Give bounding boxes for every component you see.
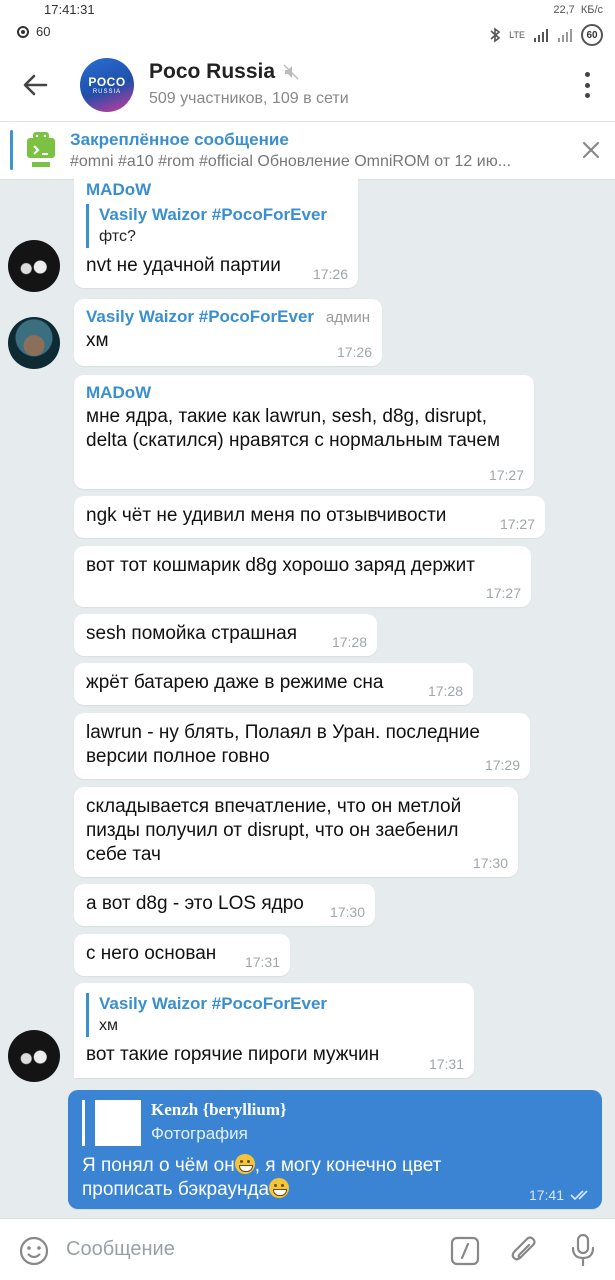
reply-author: Kenzh {beryllium} — [151, 1100, 287, 1119]
back-button[interactable] — [18, 68, 52, 102]
double-check-icon — [570, 1190, 588, 1201]
bluetooth-icon — [490, 27, 501, 43]
message-text: вот тот кошмарик d8g хорошо заряд держит — [86, 555, 475, 576]
attach-icon[interactable] — [510, 1234, 540, 1266]
grinning-emoji-icon — [269, 1178, 290, 1198]
admin-badge: админ — [325, 309, 370, 326]
reply-text: хм — [99, 1017, 118, 1034]
status-notifications: 60 — [16, 24, 50, 39]
message-text: а вот d8g - это LOS ядро — [86, 893, 304, 914]
pinned-title: Закреплённое сообщение — [70, 130, 289, 149]
message-text: Я понял о чём он, я могу конечно цвет пр… — [82, 1154, 588, 1202]
reply-author: Vasily Waizor #PocoForEver — [99, 994, 328, 1013]
message-bubble[interactable]: sesh помойка страшная 17:28 — [74, 614, 377, 656]
group-avatar-logo: POCO — [88, 75, 126, 89]
message-time: 17:31 — [244, 954, 280, 970]
avatar[interactable] — [8, 1030, 60, 1082]
message-time-text: 17:41 — [528, 1187, 564, 1203]
status-net-speed: 22,7 КБ/с — [553, 4, 603, 16]
message-input[interactable]: Сообщение — [66, 1238, 175, 1261]
message-bubble[interactable]: Vasily Waizor #PocoForEver админ хм 17:2… — [74, 299, 382, 366]
message-bubble[interactable]: вот тот кошмарик d8g хорошо заряд держит… — [74, 546, 531, 607]
chat-header: POCO RUSSIA Poco Russia 509 участников, … — [0, 48, 615, 122]
message-time: 17:30 — [329, 904, 365, 920]
chat-title[interactable]: Poco Russia — [149, 60, 299, 84]
battery-indicator: 60 — [581, 24, 603, 46]
message-bubble[interactable]: MADoW Vasily Waizor #PocoForEver фтс? nv… — [74, 172, 358, 288]
message-bubble[interactable]: а вот d8g - это LOS ядро 17:30 — [74, 884, 375, 926]
pinned-text: #omni #a10 #rom #official Обновление Omn… — [70, 153, 512, 170]
bot-command-icon[interactable] — [450, 1236, 480, 1266]
net-speed-unit: КБ/с — [580, 4, 603, 16]
message-text: ngk чёт не удивил меня по отзывчивости — [86, 505, 447, 526]
message-text: хм — [86, 330, 109, 351]
message-text: вот такие горячие пироги мужчин — [86, 1044, 380, 1065]
arrow-left-icon — [23, 74, 48, 96]
signal-icon-2 — [558, 29, 572, 42]
message-time: 17:27 — [499, 516, 535, 532]
message-time: 17:41 — [529, 1187, 592, 1203]
reply-text: фтс? — [99, 228, 136, 245]
message-bubble[interactable]: MADoW мне ядра, такие как lawrun, sesh, … — [74, 375, 534, 489]
outgoing-message-bubble[interactable]: Kenzh {beryllium} Фотография Я понял о ч… — [68, 1090, 602, 1209]
group-avatar[interactable]: POCO RUSSIA — [80, 58, 134, 112]
notification-count: 60 — [36, 24, 51, 39]
message-input-bar: Сообщение — [0, 1218, 615, 1280]
group-avatar-logo-sub: RUSSIA — [92, 89, 122, 95]
message-time: 17:27 — [485, 585, 521, 601]
close-icon[interactable] — [579, 138, 603, 162]
emoji-icon[interactable] — [18, 1235, 50, 1267]
message-bubble[interactable]: жрёт батарею даже в режиме сна 17:28 — [74, 663, 473, 705]
message-bubble[interactable]: ngk чёт не удивил меня по отзывчивости 1… — [74, 496, 545, 538]
status-icons: LTE 60 — [489, 24, 603, 46]
microphone-icon[interactable] — [570, 1233, 596, 1267]
network-type: LTE — [509, 30, 525, 40]
message-bubble[interactable]: складывается впечатление, что он метлой … — [74, 787, 518, 877]
chat-title-text: Poco Russia — [149, 60, 276, 83]
message-time: 17:26 — [336, 344, 372, 360]
grinning-emoji-icon — [234, 1154, 255, 1174]
message-time: 17:31 — [428, 1056, 464, 1072]
message-text: мне ядра, такие как lawrun, sesh, d8g, d… — [86, 406, 501, 451]
reply-quote[interactable]: Kenzh {beryllium} Фотография — [82, 1100, 588, 1146]
avatar[interactable] — [8, 317, 60, 369]
status-bar: 17:41:31 60 22,7 КБ/с LTE 60 — [0, 0, 615, 48]
signal-icon — [534, 29, 548, 42]
net-speed-value: 22,7 — [553, 4, 575, 16]
message-time: 17:27 — [488, 467, 524, 483]
photo-thumbnail[interactable] — [95, 1100, 141, 1146]
reply-media-type: Фотография — [151, 1124, 248, 1143]
avatar[interactable] — [8, 240, 60, 292]
message-bubble[interactable]: Vasily Waizor #PocoForEver хм вот такие … — [74, 983, 474, 1078]
message-bubble[interactable]: с него основан 17:31 — [74, 934, 290, 976]
android-logo-icon — [24, 130, 58, 170]
message-time: 17:28 — [427, 683, 463, 699]
message-text: sesh помойка страшная — [86, 623, 298, 644]
message-text: nvt не удачной партии — [86, 255, 281, 276]
message-text: жрёт батарею даже в режиме сна — [86, 672, 384, 693]
message-time: 17:28 — [331, 634, 367, 650]
message-sender[interactable]: MADoW — [86, 383, 522, 403]
reply-author: Vasily Waizor #PocoForEver — [99, 205, 328, 224]
message-text: складывается впечатление, что он метлой … — [86, 796, 462, 865]
message-sender[interactable]: MADoW — [86, 180, 346, 200]
message-bubble[interactable]: lawrun - ну блять, Полаял в Уран. послед… — [74, 713, 530, 779]
message-time: 17:30 — [472, 855, 508, 871]
status-time: 17:41:31 — [44, 2, 95, 17]
message-text-part: Я понял о чём он — [82, 1155, 235, 1176]
mute-icon — [283, 64, 299, 80]
chat-subtitle: 509 участников, 109 в сети — [149, 90, 349, 107]
reply-quote[interactable]: Vasily Waizor #PocoForEver хм — [86, 993, 462, 1037]
message-text: lawrun - ну блять, Полаял в Уран. послед… — [86, 722, 480, 767]
notification-icon — [17, 25, 29, 38]
pinned-accent-bar — [10, 130, 13, 170]
message-time: 17:29 — [484, 757, 520, 773]
reply-quote[interactable]: Vasily Waizor #PocoForEver фтс? — [86, 204, 346, 248]
message-time: 17:26 — [312, 266, 348, 282]
more-menu-button[interactable] — [577, 70, 597, 100]
